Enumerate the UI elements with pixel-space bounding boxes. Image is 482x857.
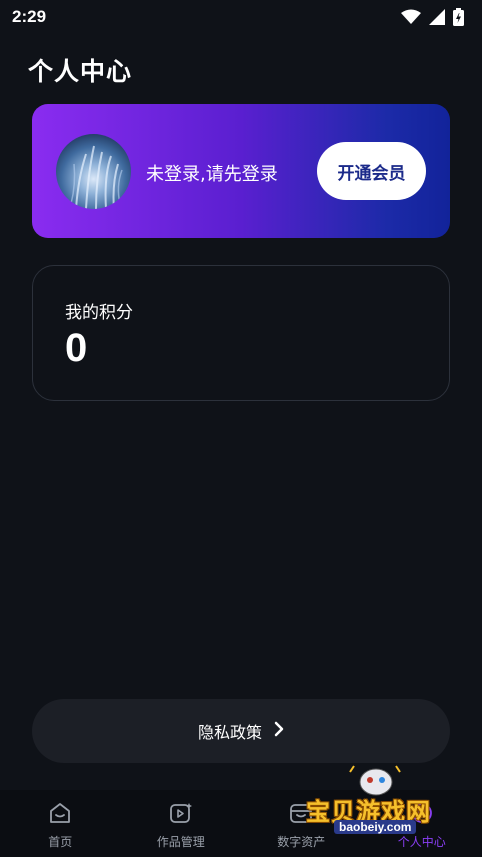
privacy-policy-button[interactable]: 隐私政策 [32, 699, 450, 763]
signal-icon [429, 9, 445, 25]
battery-icon [453, 8, 464, 26]
page-title: 个人中心 [28, 57, 133, 86]
chevron-right-icon [274, 721, 284, 741]
status-bar: 2:29 [0, 0, 482, 34]
points-label: 我的积分 [65, 303, 133, 323]
watermark-url: baobeiy.com [334, 820, 417, 834]
status-time: 2:29 [12, 7, 47, 26]
privacy-policy-label: 隐私政策 [197, 723, 262, 742]
points-value: 0 [65, 326, 88, 370]
points-card: 我的积分 0 [32, 265, 450, 401]
home-icon [48, 802, 72, 828]
profile-card[interactable]: 未登录,请先登录 开通会员 [32, 104, 450, 238]
watermark-logo: 宝贝游戏网 baobeiy.com [300, 762, 460, 842]
works-icon [169, 802, 193, 828]
login-prompt[interactable]: 未登录,请先登录 [146, 160, 278, 186]
wifi-icon [401, 9, 421, 25]
status-icons [401, 8, 464, 26]
open-vip-button[interactable]: 开通会员 [317, 142, 426, 200]
tab-works[interactable]: 作品管理 [121, 790, 242, 857]
avatar[interactable] [56, 134, 131, 209]
tab-home-label: 首页 [48, 835, 73, 849]
tab-works-label: 作品管理 [156, 835, 205, 849]
tab-home[interactable]: 首页 [0, 790, 121, 857]
